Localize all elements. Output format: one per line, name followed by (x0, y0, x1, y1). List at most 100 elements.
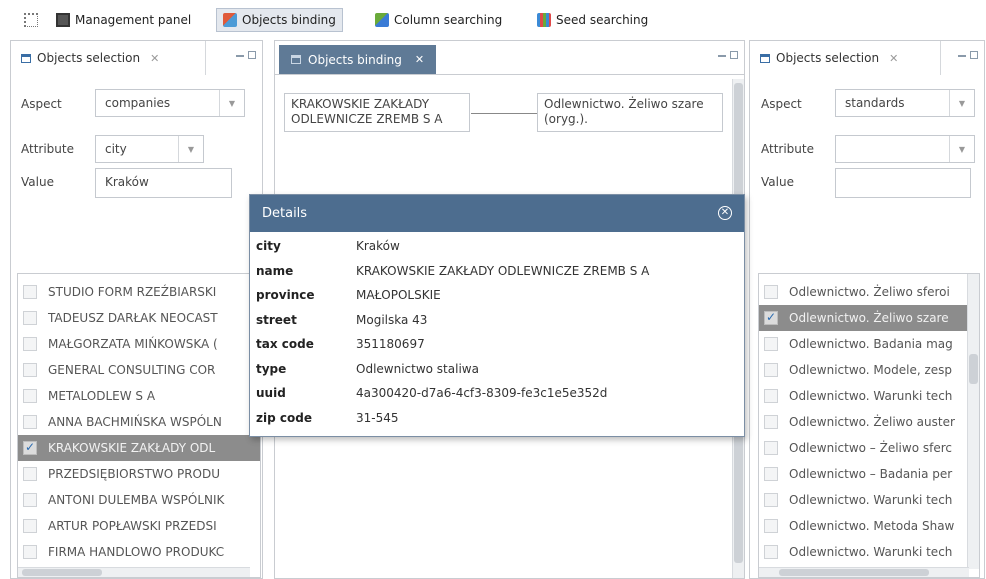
maximize-icon[interactable] (730, 51, 738, 59)
list-item[interactable]: Odlewnictwo. Warunki tech (759, 383, 979, 409)
list-item-label: Odlewnictwo. Warunki tech (789, 493, 953, 507)
value-input[interactable]: Kraków (95, 168, 232, 198)
checkbox[interactable] (23, 311, 37, 325)
right-panel-tab[interactable]: Objects selection ✕ (760, 41, 898, 75)
aspect-select[interactable]: standards ▼ (835, 89, 975, 117)
list-item[interactable]: ANTONI DULEMBA WSPÓLNIK (18, 487, 260, 513)
list-item[interactable]: GENERAL CONSULTING COR (18, 357, 260, 383)
list-item-label: TADEUSZ DARŁAK NEOCAST (48, 311, 218, 325)
details-row: zip code 31-545 (256, 407, 736, 429)
list-item[interactable]: Odlewnictwo – Badania per (759, 461, 979, 487)
horizontal-scrollbar[interactable] (18, 567, 250, 577)
list-item-label: MAŁGORZATA MIŃKOWSKA ( (48, 337, 218, 351)
binding-panel-tab[interactable]: Objects binding ✕ (279, 45, 437, 74)
checkbox[interactable] (764, 285, 778, 299)
checkbox[interactable] (764, 493, 778, 507)
checkbox[interactable] (23, 467, 37, 481)
minimize-icon[interactable] (958, 51, 966, 57)
list-item[interactable]: Odlewnictwo. Modele, zesp (759, 357, 979, 383)
close-tab-icon[interactable]: ✕ (889, 52, 898, 65)
checkbox[interactable] (23, 285, 37, 299)
list-item[interactable]: METALODLEW S A (18, 383, 260, 409)
list-item-label: Odlewnictwo. Metoda Shaw (789, 519, 955, 533)
chevron-down-icon[interactable]: ▼ (219, 90, 244, 116)
checkbox[interactable] (23, 415, 37, 429)
checkbox[interactable] (23, 545, 37, 559)
attribute-select[interactable]: city ▼ (95, 135, 204, 163)
checkbox[interactable] (764, 467, 778, 481)
vertical-scrollbar[interactable] (967, 274, 979, 569)
minimize-icon[interactable] (236, 51, 244, 57)
list-item[interactable]: Odlewnictwo. Żeliwo sferoi (759, 279, 979, 305)
details-row: street Mogilska 43 (256, 309, 736, 331)
home-button[interactable] (24, 8, 38, 32)
list-item[interactable]: Odlewnictwo. Badania mag (759, 331, 979, 357)
checkbox-checked[interactable]: ✓ (764, 311, 778, 325)
aspect-label: Aspect (21, 97, 62, 111)
right-objects-selection-panel: Objects selection ✕ Aspect standards ▼ A… (749, 40, 985, 579)
aspect-select-value: companies (105, 96, 171, 110)
minimize-icon[interactable] (718, 51, 726, 57)
main-toolbar: Management panel Objects binding Column … (0, 0, 986, 38)
horizontal-scrollbar[interactable] (759, 567, 969, 577)
checkbox[interactable] (23, 337, 37, 351)
window-icon (21, 53, 31, 63)
right-panel-header: Objects selection ✕ (750, 41, 984, 75)
attribute-select[interactable]: ▼ (835, 135, 975, 163)
close-icon[interactable]: ✕ (718, 206, 732, 220)
left-panel-tab[interactable]: Objects selection ✕ (21, 41, 159, 75)
list-item[interactable]: ✓ KRAKOWSKIE ZAKŁADY ODL (18, 435, 260, 461)
list-item[interactable]: TADEUSZ DARŁAK NEOCAST (18, 305, 260, 331)
toolbar-management-panel[interactable]: Management panel (56, 8, 191, 32)
list-item[interactable]: Odlewnictwo – Żeliwo sferc (759, 435, 979, 461)
toolbar-management-panel-label: Management panel (75, 13, 192, 27)
right-panel-title: Objects selection (776, 51, 880, 65)
checkbox[interactable] (23, 493, 37, 507)
list-item[interactable]: Odlewnictwo. Żeliwo auster (759, 409, 979, 435)
list-item[interactable]: FIRMA HANDLOWO PRODUKC (18, 539, 260, 565)
list-item[interactable]: Odlewnictwo. Warunki tech (759, 539, 979, 565)
maximize-icon[interactable] (970, 51, 978, 59)
checkbox[interactable] (764, 441, 778, 455)
checkbox[interactable] (764, 363, 778, 377)
close-tab-icon[interactable]: ✕ (150, 52, 159, 65)
checkbox[interactable] (764, 337, 778, 351)
list-item[interactable]: PRZEDSIĘBIORSTWO PRODU (18, 461, 260, 487)
checkbox[interactable] (764, 389, 778, 403)
bound-standard-box[interactable]: Odlewnictwo. Żeliwo szare (oryg.). (537, 93, 723, 132)
chevron-down-icon[interactable]: ▼ (178, 136, 203, 162)
checkbox[interactable] (764, 545, 778, 559)
list-item[interactable]: ARTUR POPŁAWSKI PRZEDSI (18, 513, 260, 539)
window-icon (291, 55, 301, 64)
bound-company-box[interactable]: KRAKOWSKIE ZAKŁADY ODLEWNICZE ZREMB S A (284, 93, 470, 132)
toolbar-seed-searching[interactable]: Seed searching (537, 8, 648, 32)
maximize-icon[interactable] (248, 51, 256, 59)
chevron-down-icon[interactable]: ▼ (949, 90, 974, 116)
checkbox-checked[interactable]: ✓ (23, 441, 37, 455)
list-item[interactable]: ✓ Odlewnictwo. Żeliwo szare (759, 305, 979, 331)
checkbox[interactable] (23, 519, 37, 533)
list-item[interactable]: STUDIO FORM RZEŹBIARSKI (18, 279, 260, 305)
value-input[interactable] (835, 168, 971, 198)
details-value: Odlewnictwo staliwa (356, 361, 479, 376)
list-item[interactable]: ANNA BACHMIŃSKA WSPÓLN (18, 409, 260, 435)
toolbar-column-searching[interactable]: Column searching (375, 8, 502, 32)
checkbox[interactable] (23, 363, 37, 377)
chevron-down-icon[interactable]: ▼ (949, 136, 974, 162)
list-item-label: Odlewnictwo. Warunki tech (789, 545, 953, 559)
details-dialog-title: Details (262, 206, 308, 221)
left-object-list: STUDIO FORM RZEŹBIARSKI TADEUSZ DARŁAK NE… (17, 273, 261, 578)
checkbox[interactable] (764, 519, 778, 533)
checkbox[interactable] (764, 415, 778, 429)
aspect-select[interactable]: companies ▼ (95, 89, 245, 117)
list-item[interactable]: MAŁGORZATA MIŃKOWSKA ( (18, 331, 260, 357)
list-item[interactable]: Odlewnictwo. Warunki tech (759, 487, 979, 513)
binding-panel-window-controls (718, 51, 738, 59)
details-key: zip code (256, 410, 312, 425)
close-tab-icon[interactable]: ✕ (415, 53, 424, 66)
list-item-label: Odlewnictwo – Żeliwo sferc (789, 441, 952, 455)
list-item[interactable]: Odlewnictwo. Metoda Shaw (759, 513, 979, 539)
checkbox[interactable] (23, 389, 37, 403)
toolbar-objects-binding[interactable]: Objects binding (216, 8, 343, 32)
left-objects-selection-panel: Objects selection ✕ Aspect companies ▼ A… (10, 40, 263, 579)
